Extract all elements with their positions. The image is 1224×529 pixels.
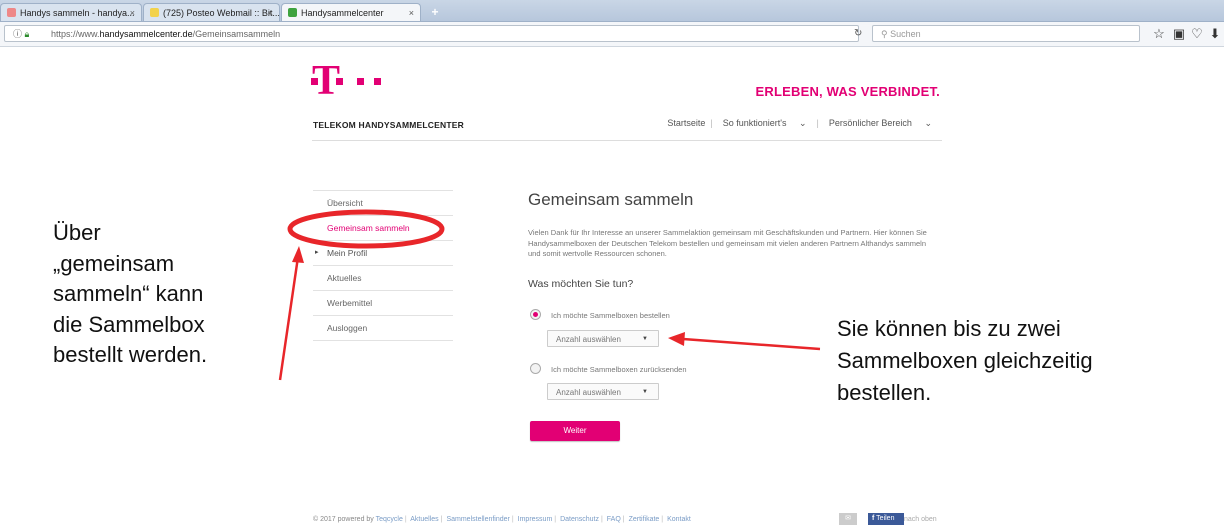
radio-order[interactable] <box>530 309 541 320</box>
footer-link[interactable]: Sammelstellenfinder <box>446 516 509 523</box>
info-icon[interactable]: ⓘ <box>13 29 22 39</box>
radio-return-label: Ich möchte Sammelboxen zurücksenden <box>551 365 687 374</box>
chevron-down-icon: ⌄ <box>924 118 932 128</box>
top-nav: Startseite | So funktioniert's ⌄ | Persönlic… <box>662 118 942 129</box>
order-quantity-select[interactable]: Anzahl auswählen ▼ <box>547 330 659 347</box>
site-title: TELEKOM HANDYSAMMELCENTER <box>313 120 464 130</box>
logo-dot <box>374 78 381 85</box>
nav-so-funktionierts[interactable]: So funktioniert's ⌄ <box>713 118 817 128</box>
page-title: Gemeinsam sammeln <box>528 190 694 209</box>
tab-favicon-icon <box>150 8 159 17</box>
mail-share-icon[interactable]: ✉ <box>839 513 857 525</box>
footer-link[interactable]: Zertifikate <box>629 516 660 523</box>
tab-close-icon[interactable]: × <box>268 4 273 21</box>
caret-down-icon: ▼ <box>642 336 648 342</box>
address-bar-row: ⓘ 🔒︎ https://www.handysammelcenter.de/Ge… <box>0 22 1224 47</box>
url-domain: handysammelcenter.de <box>99 29 193 39</box>
footer-link[interactable]: Aktuelles <box>410 516 438 523</box>
sidebar-item-uebersicht[interactable]: Übersicht <box>313 190 453 216</box>
browser-tab-handysammelcenter[interactable]: Handysammelcenter × <box>281 3 421 21</box>
download-icon[interactable]: ⬇ <box>1207 26 1223 42</box>
annotation-left: Über „gemeinsam sammeln“ kann die Sammel… <box>53 220 208 367</box>
tab-label: Handysammelcenter <box>301 8 384 18</box>
annotation-right: Sie können bis zu zwei Sammelboxen gleic… <box>837 316 1093 405</box>
sidebar-item-mein-profil[interactable]: ▸ Mein Profil <box>313 241 453 266</box>
reload-icon[interactable]: ↻ <box>854 25 870 42</box>
footer-link[interactable]: Datenschutz <box>560 516 599 523</box>
browser-tab-bar: Handys sammeln - handya... × (725) Posteo… <box>0 0 1224 22</box>
search-placeholder: Suchen <box>890 29 921 39</box>
search-icon: ⚲ <box>881 29 888 39</box>
lock-icon[interactable]: 🔒︎ <box>25 29 30 39</box>
caret-down-icon: ▼ <box>642 389 648 395</box>
nav-startseite[interactable]: Startseite <box>662 118 710 128</box>
new-tab-button[interactable]: + <box>425 4 445 20</box>
logo-dot <box>336 78 343 85</box>
tab-close-icon[interactable]: × <box>130 4 135 21</box>
tab-label: Handys sammeln - handya... <box>20 8 135 18</box>
arrow-left-head <box>292 246 304 263</box>
footer-link[interactable]: Impressum <box>518 516 553 523</box>
url-path: /Gemeinsamsammeln <box>192 29 281 39</box>
chevron-down-icon: ⌄ <box>799 118 807 128</box>
intro-text: Vielen Dank für Ihr Interesse an unserer… <box>528 228 927 258</box>
question-label: Was möchten Sie tun? <box>528 278 634 290</box>
tab-favicon-icon <box>7 8 16 17</box>
nav-persoenlicher-bereich[interactable]: Persönlicher Bereich ⌄ <box>819 118 942 128</box>
radio-return[interactable] <box>530 363 541 374</box>
footer-brand-link[interactable]: Teqcycle <box>376 516 403 523</box>
footer-link[interactable]: FAQ <box>607 516 621 523</box>
sidebar: Übersicht Gemeinsam sammeln ▸ Mein Profil… <box>313 190 453 341</box>
arrow-right-line <box>682 337 821 351</box>
sidebar-item-gemeinsam-sammeln[interactable]: Gemeinsam sammeln <box>313 216 453 241</box>
logo-dot <box>357 78 364 85</box>
footer: © 2017 powered by Teqcycle | Aktuelles | S… <box>313 516 691 523</box>
back-to-top-link[interactable]: nach oben <box>904 516 937 523</box>
slogan: ERLEBEN, WAS VERBINDET. <box>755 84 940 99</box>
url-field[interactable]: ⓘ 🔒︎ https://www.handysammelcenter.de/Ge… <box>4 25 859 42</box>
weiter-button[interactable]: Weiter <box>530 421 620 441</box>
browser-tab-posteo[interactable]: (725) Posteo Webmail :: Bit... × <box>143 3 280 21</box>
logo-dot <box>311 78 318 85</box>
browser-tab-handys-sammeln[interactable]: Handys sammeln - handya... × <box>0 3 142 21</box>
sidebar-item-ausloggen[interactable]: Ausloggen <box>313 316 453 341</box>
search-input[interactable]: ⚲ Suchen <box>872 25 1140 42</box>
facebook-share-button[interactable]: f Teilen <box>868 513 904 525</box>
clipboard-icon[interactable]: ▣ <box>1171 26 1187 42</box>
pocket-icon[interactable]: ♡ <box>1189 26 1205 42</box>
url-prefix: https://www. <box>51 29 100 39</box>
header-divider <box>312 140 942 141</box>
arrow-right-head <box>668 332 685 346</box>
tab-favicon-icon <box>288 8 297 17</box>
copyright: © 2017 powered by <box>313 516 374 523</box>
tab-label: (725) Posteo Webmail :: Bit... <box>163 8 280 18</box>
sidebar-item-aktuelles[interactable]: Aktuelles <box>313 266 453 291</box>
tab-close-icon[interactable]: × <box>409 4 414 21</box>
return-quantity-select[interactable]: Anzahl auswählen ▼ <box>547 383 659 400</box>
bullet-icon: ▸ <box>315 249 319 256</box>
sidebar-item-werbemittel[interactable]: Werbemittel <box>313 291 453 316</box>
footer-link[interactable]: Kontakt <box>667 516 691 523</box>
radio-order-label: Ich möchte Sammelboxen bestellen <box>551 311 670 320</box>
bookmark-star-icon[interactable]: ☆ <box>1151 26 1167 42</box>
